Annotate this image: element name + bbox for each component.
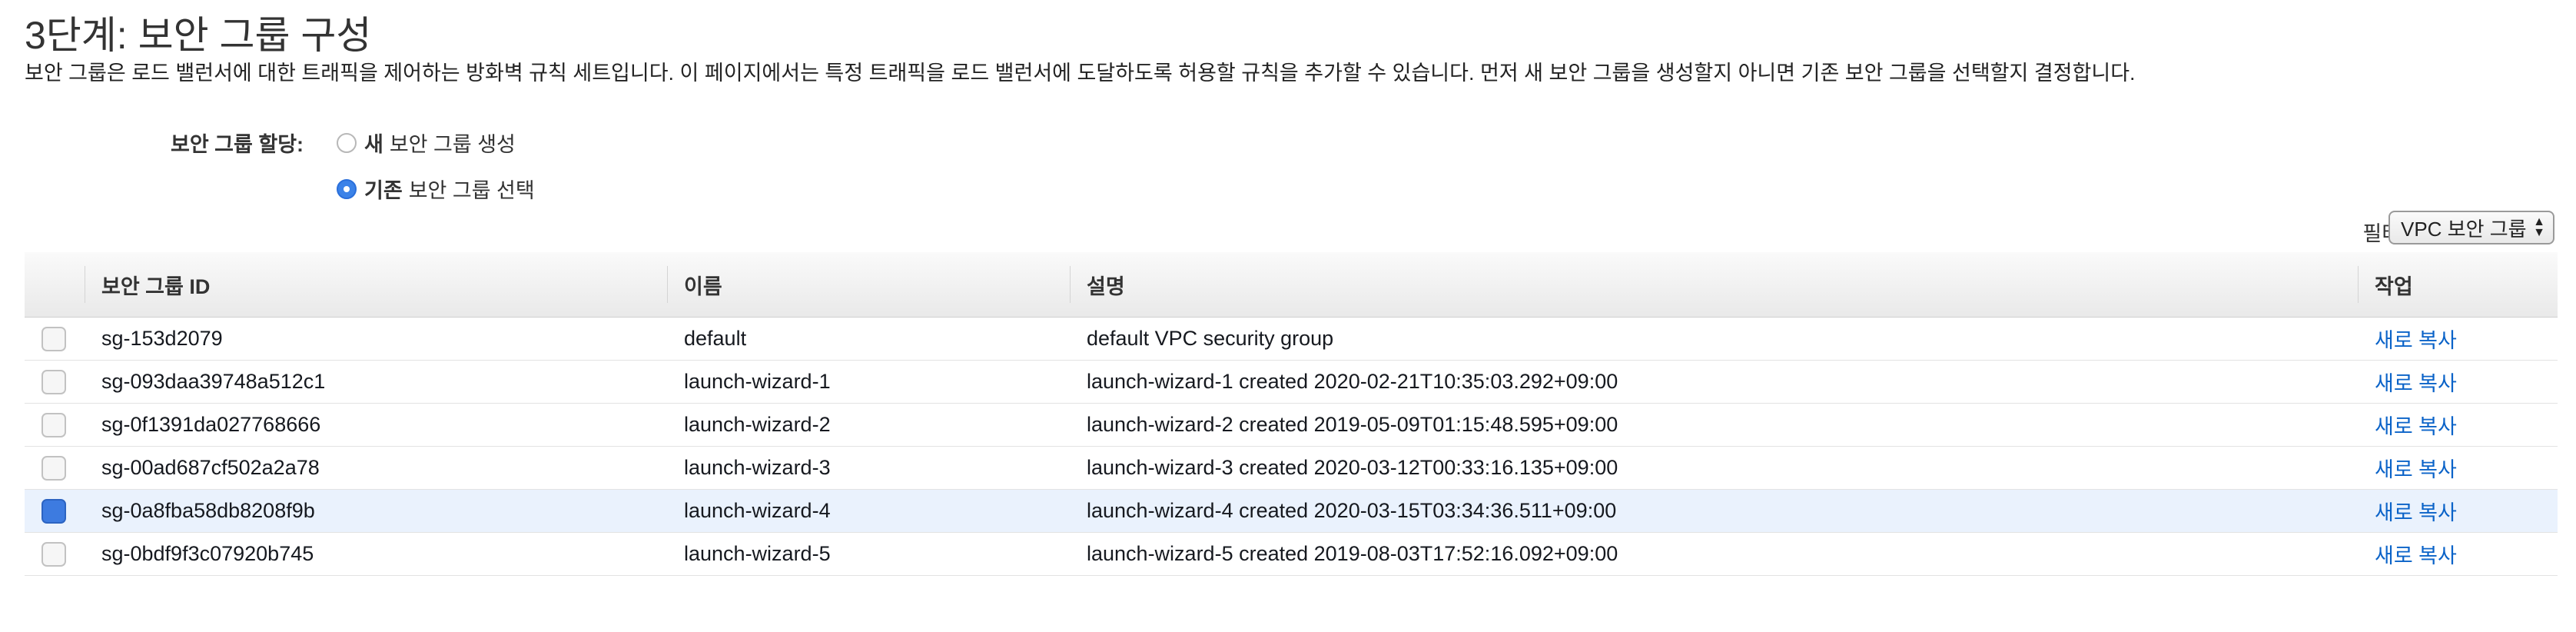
row-checkbox[interactable] — [41, 412, 66, 437]
row-checkbox[interactable] — [41, 326, 66, 351]
select-existing-sg-bold: 기존 — [364, 179, 403, 202]
sg-id-cell: sg-153d2079 — [85, 317, 667, 361]
copy-as-new-link[interactable]: 새로 복사 — [2375, 415, 2457, 438]
actions-cell: 새로 복사 — [2358, 446, 2558, 490]
table-row[interactable]: sg-00ad687cf502a2a78 launch-wizard-3 lau… — [25, 446, 2558, 490]
security-group-assign-label: 보안 그룹 할당: — [171, 133, 304, 156]
create-new-sg-text: 보안 그룹 생성 — [389, 133, 516, 156]
sg-description-cell: launch-wizard-4 created 2020-03-15T03:34… — [1070, 489, 2358, 533]
filter-select[interactable]: VPC 보안 그룹 ▲ ▼ — [2388, 211, 2554, 244]
table-row[interactable]: sg-153d2079 default default VPC security… — [25, 317, 2558, 361]
select-column-header — [25, 252, 85, 318]
sg-description-cell: launch-wizard-3 created 2020-03-12T00:33… — [1070, 446, 2358, 490]
sg-id-cell: sg-093daa39748a512c1 — [85, 360, 667, 404]
page-description: 보안 그룹은 로드 밸런서에 대한 트래픽을 제어하는 방화벽 규칙 세트입니다… — [25, 62, 2136, 85]
actions-cell: 새로 복사 — [2358, 403, 2558, 447]
copy-as-new-link[interactable]: 새로 복사 — [2375, 501, 2457, 524]
row-select-cell[interactable] — [25, 489, 85, 533]
table-row[interactable]: sg-0f1391da027768666 launch-wizard-2 lau… — [25, 403, 2558, 447]
sg-description-cell: launch-wizard-1 created 2020-02-21T10:35… — [1070, 360, 2358, 404]
select-existing-sg-text: 보안 그룹 선택 — [408, 179, 535, 202]
row-select-cell[interactable] — [25, 317, 85, 361]
copy-as-new-link[interactable]: 새로 복사 — [2375, 458, 2457, 481]
column-header-actions: 작업 — [2358, 252, 2558, 318]
create-new-sg-radio[interactable] — [337, 132, 357, 153]
security-group-table: 보안 그룹 ID 이름 설명 작업 sg-153d2079 default de… — [25, 252, 2558, 576]
row-checkbox[interactable] — [41, 369, 66, 394]
filter-selected-value: VPC 보안 그룹 — [2401, 217, 2527, 241]
create-new-sg-option[interactable]: 새 보안 그룹 생성 — [337, 128, 516, 158]
sg-description-cell: launch-wizard-2 created 2019-05-09T01:15… — [1070, 403, 2358, 447]
select-existing-sg-option[interactable]: 기존 보안 그룹 선택 — [337, 174, 535, 204]
actions-cell: 새로 복사 — [2358, 317, 2558, 361]
page-title: 3단계: 보안 그룹 구성 — [25, 14, 372, 57]
sg-id-cell: sg-0a8fba58db8208f9b — [85, 489, 667, 533]
sg-id-cell: sg-0f1391da027768666 — [85, 403, 667, 447]
row-checkbox-checked[interactable] — [41, 498, 66, 524]
sg-name-cell: launch-wizard-5 — [667, 532, 1070, 576]
copy-as-new-link[interactable]: 새로 복사 — [2375, 329, 2457, 352]
copy-as-new-link[interactable]: 새로 복사 — [2375, 544, 2457, 567]
column-header-name[interactable]: 이름 — [667, 252, 1070, 318]
row-select-cell[interactable] — [25, 532, 85, 576]
row-select-cell[interactable] — [25, 446, 85, 490]
sg-name-cell: launch-wizard-2 — [667, 403, 1070, 447]
column-header-id[interactable]: 보안 그룹 ID — [85, 252, 667, 318]
create-new-sg-bold: 새 — [364, 133, 383, 156]
select-existing-sg-radio[interactable] — [337, 178, 357, 199]
select-arrows-icon: ▲ ▼ — [2533, 215, 2545, 239]
table-header-row: 보안 그룹 ID 이름 설명 작업 — [25, 252, 2558, 318]
sg-name-cell: launch-wizard-3 — [667, 446, 1070, 490]
actions-cell: 새로 복사 — [2358, 360, 2558, 404]
row-select-cell[interactable] — [25, 403, 85, 447]
row-checkbox[interactable] — [41, 541, 66, 567]
actions-cell: 새로 복사 — [2358, 489, 2558, 533]
sg-description-cell: default VPC security group — [1070, 317, 2358, 361]
sg-id-cell: sg-0bdf9f3c07920b745 — [85, 532, 667, 576]
sg-name-cell: launch-wizard-4 — [667, 489, 1070, 533]
row-select-cell[interactable] — [25, 360, 85, 404]
table-row[interactable]: sg-093daa39748a512c1 launch-wizard-1 lau… — [25, 360, 2558, 404]
row-checkbox[interactable] — [41, 455, 66, 481]
actions-cell: 새로 복사 — [2358, 532, 2558, 576]
sg-name-cell: launch-wizard-1 — [667, 360, 1070, 404]
sg-id-cell: sg-00ad687cf502a2a78 — [85, 446, 667, 490]
table-row[interactable]: sg-0bdf9f3c07920b745 launch-wizard-5 lau… — [25, 532, 2558, 576]
column-header-description[interactable]: 설명 — [1070, 252, 2358, 318]
table-row-selected[interactable]: sg-0a8fba58db8208f9b launch-wizard-4 lau… — [25, 489, 2558, 533]
sg-description-cell: launch-wizard-5 created 2019-08-03T17:52… — [1070, 532, 2358, 576]
sg-name-cell: default — [667, 317, 1070, 361]
copy-as-new-link[interactable]: 새로 복사 — [2375, 372, 2457, 395]
